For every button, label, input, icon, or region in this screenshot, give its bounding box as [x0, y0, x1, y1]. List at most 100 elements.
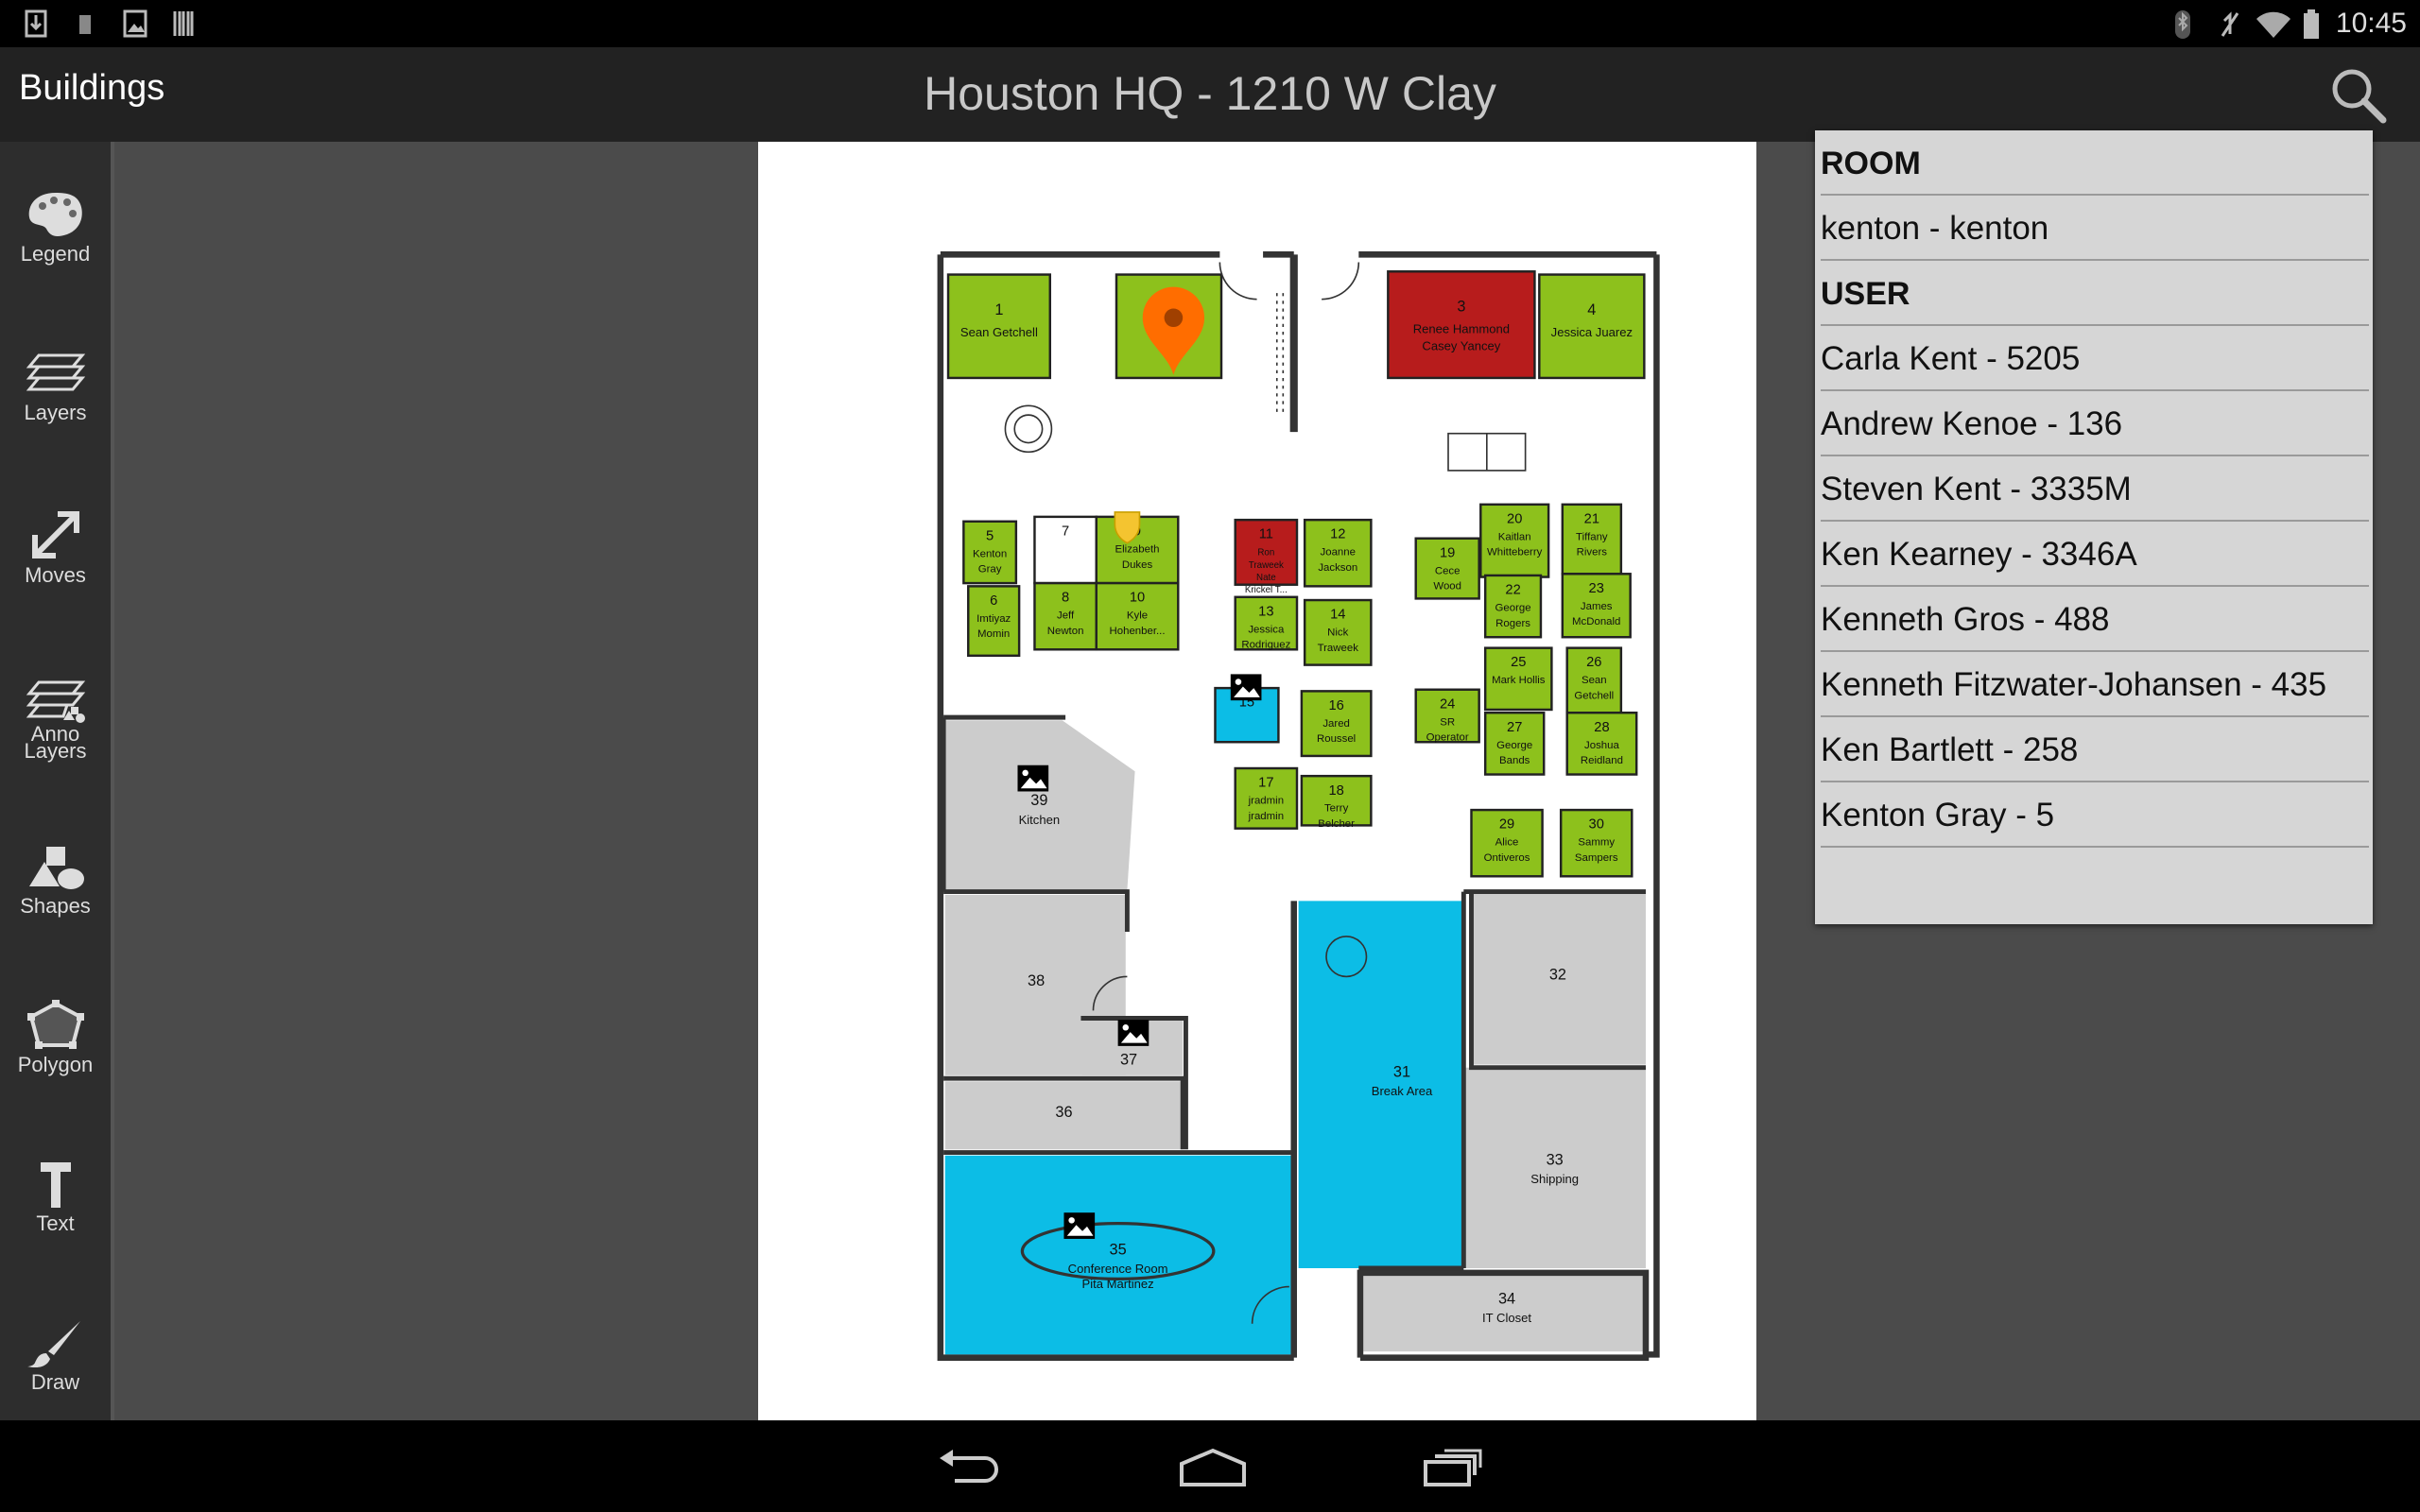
floorplan-label: 1 [994, 301, 1003, 318]
image-icon[interactable] [1063, 1212, 1096, 1239]
back-icon[interactable] [936, 1447, 1002, 1488]
floorplan[interactable]: 39Kitchen38373635Conference RoomPita Mar… [926, 239, 1668, 1373]
sidebar-item-shapes[interactable]: Shapes [0, 841, 111, 992]
cubicle-14[interactable]: 14 Nick Traweek [1303, 598, 1373, 666]
floorplan-label: 39 [1030, 792, 1047, 809]
cubicle-23[interactable]: 23 James McDonald [1561, 573, 1632, 639]
sim-icon [79, 15, 91, 34]
cubicle-13[interactable]: 13 Jessica Rodriguez [1234, 595, 1299, 651]
action-bar: Buildings Houston HQ - 1210 W Clay [0, 47, 2420, 142]
sidebar-item-legend[interactable]: Legend [0, 189, 111, 340]
floorplan-label: jradmin [1248, 796, 1284, 807]
cubicle-1[interactable]: 1 Sean Getchell [946, 273, 1051, 380]
result-user-item[interactable]: Kenton Gray - 5 [1821, 782, 2369, 848]
floorplan-label: Roussel [1317, 733, 1356, 745]
floorplan-label: Mark Hollis [1492, 675, 1546, 686]
recent-apps-icon[interactable] [1422, 1447, 1484, 1488]
floorplan-label: Sean [1582, 675, 1607, 686]
floorplan-label: Getchell [1574, 691, 1614, 702]
sidebar-item-text[interactable]: Text [0, 1159, 111, 1310]
floorplan-label: Operator [1426, 732, 1469, 744]
cubicle-26[interactable]: 26 Sean Getchell [1565, 646, 1623, 714]
sidebar-item-anno-layers[interactable]: Anno Layers [0, 677, 111, 828]
floorplan-label: 13 [1258, 604, 1273, 619]
room-31[interactable]: 31 Break Area [1298, 901, 1464, 1268]
palette-icon [28, 193, 82, 236]
cubicle-11[interactable]: 11 Ron Traweek Nate Krickel T... [1234, 518, 1299, 595]
floorplan-label: Sean Getchell [960, 325, 1038, 339]
result-user-item[interactable]: Andrew Kenoe - 136 [1821, 391, 2369, 456]
floorplan-label: Rogers [1495, 618, 1530, 629]
cubicle-21[interactable]: 21 Tiffany Rivers [1561, 503, 1623, 576]
floorplan-label: Kitchen [1019, 813, 1061, 827]
cubicle-3[interactable]: 3 Renee Hammond Casey Yancey [1387, 270, 1536, 380]
room-34[interactable]: 34 IT Closet [1363, 1274, 1646, 1352]
result-user-item[interactable]: Kenneth Gros - 488 [1821, 587, 2369, 652]
sidebar-item-label: Layers [24, 739, 87, 763]
cubicle-17[interactable]: 17 jradmin jradmin [1234, 766, 1299, 830]
floorplan-label: 33 [1547, 1152, 1564, 1169]
sidebar-item-label: Moves [25, 563, 86, 587]
room-36[interactable]: 36 [944, 1081, 1184, 1150]
cubicle-22[interactable]: 22 George Rogers [1483, 574, 1543, 639]
result-user-item[interactable]: Steven Kent - 3335M [1821, 456, 2369, 522]
bluetooth-icon [2175, 10, 2190, 39]
cubicle-4[interactable]: 4 Jessica Juarez [1538, 273, 1646, 380]
image-icon[interactable] [1017, 765, 1049, 792]
cubicle-16[interactable]: 16 Jared Roussel [1300, 690, 1373, 758]
result-user-item[interactable]: Carla Kent - 5205 [1821, 326, 2369, 391]
floorplan-label: 32 [1549, 967, 1566, 984]
floorplan-label: 36 [1055, 1104, 1072, 1121]
cubicle-6[interactable]: 6 Imtiyaz Momin [967, 585, 1021, 658]
wifi-icon [2256, 11, 2290, 38]
room-35[interactable]: 35Conference RoomPita Martinez [944, 1155, 1291, 1355]
floorplan-label: Imtiyaz [977, 613, 1011, 625]
cubicle-8[interactable]: 8 Jeff Newton [1033, 581, 1098, 651]
floorplan-label: Terry [1324, 803, 1349, 815]
floorplan-label: 34 [1498, 1291, 1515, 1308]
floorplan-label: Jeff [1057, 610, 1075, 622]
image-icon[interactable] [1117, 1020, 1150, 1046]
search-icon[interactable] [2327, 64, 2388, 125]
floorplan-label: Gray [978, 564, 1002, 576]
floorplan-label: McDonald [1572, 616, 1620, 627]
floorplan-label: IT Closet [1482, 1311, 1531, 1325]
sidebar-item-polygon[interactable]: Polygon [0, 1000, 111, 1151]
cubicle-29[interactable]: 29 Alice Ontiveros [1470, 808, 1544, 878]
room-32[interactable]: 32 [1471, 893, 1646, 1065]
sidebar-item-label: Text [36, 1211, 75, 1235]
floorplan-label: Whitteberry [1487, 547, 1543, 558]
result-user-item[interactable]: Ken Kearney - 3346A [1821, 522, 2369, 587]
floorplan-label: Jackson [1318, 562, 1357, 574]
cubicle-25[interactable]: 25 Mark Hollis [1483, 646, 1553, 712]
room-33[interactable]: 33 Shipping [1463, 1067, 1646, 1268]
navigation-bar [0, 1420, 2420, 1512]
cubicle-7[interactable]: 7 [1033, 515, 1098, 585]
sidebar-item-layers[interactable]: Layers [0, 348, 111, 499]
cubicle-27[interactable]: 27 George Bands [1483, 712, 1546, 776]
cubicle-30[interactable]: 30 Sammy Sampers [1559, 808, 1634, 878]
floorplan-label: 27 [1507, 720, 1522, 735]
cubicle-28[interactable]: 28 Joshua Reidland [1565, 712, 1638, 776]
cubicle-19[interactable]: 19 Cece Wood [1414, 537, 1480, 600]
cubicle-24[interactable]: 24 SR Operator [1414, 688, 1480, 744]
sidebar-item-moves[interactable]: Moves [0, 507, 111, 658]
cubicle-5[interactable]: 5 Kenton Gray [962, 520, 1018, 585]
status-bar: 10:45 [0, 0, 2420, 47]
cubicle-12[interactable]: 12 Joanne Jackson [1303, 518, 1373, 588]
result-room-item[interactable]: kenton - kenton [1821, 196, 2369, 261]
room-39[interactable]: 39 Kitchen [944, 720, 1135, 890]
floorplan-label: 18 [1328, 783, 1343, 799]
result-user-item[interactable]: Kenneth Fitzwater-Johansen - 435 [1821, 652, 2369, 717]
result-user-item[interactable]: Ken Bartlett - 258 [1821, 717, 2369, 782]
floorplan-label: jradmin [1248, 811, 1284, 822]
home-icon[interactable] [1178, 1447, 1248, 1488]
cubicle-10[interactable]: 10 Kyle Hohenber... [1095, 581, 1180, 651]
cubicle-20[interactable]: 20 Kaitlan Whitteberry [1479, 503, 1550, 578]
image-icon[interactable] [1230, 674, 1262, 701]
anno-layers-icon [26, 680, 85, 723]
floorplan-label: George [1495, 602, 1531, 613]
section-header-room: ROOM [1821, 130, 2369, 196]
cubicle-18[interactable]: 18 Terry Belcher [1300, 774, 1373, 830]
floorplan-label: Joanne [1321, 547, 1356, 558]
